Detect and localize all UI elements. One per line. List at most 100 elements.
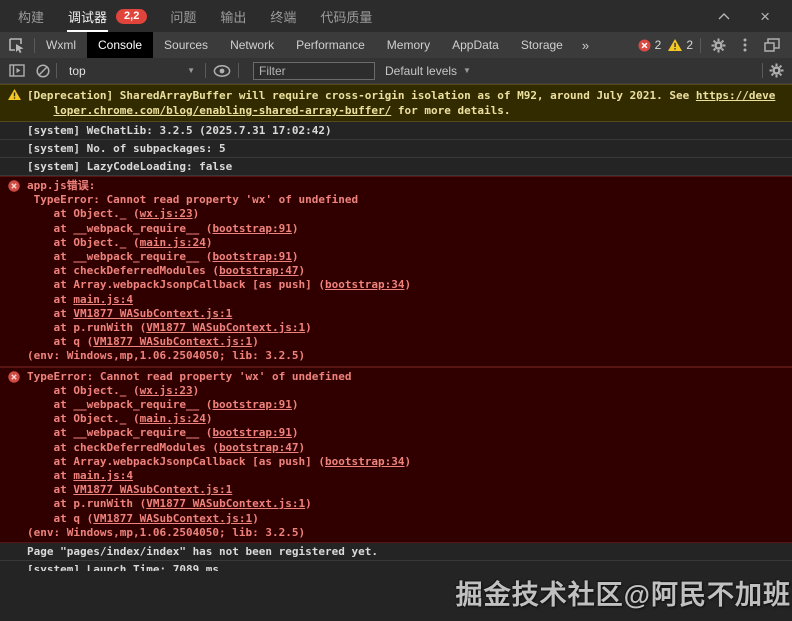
source-link[interactable]: bootstrap:47 xyxy=(219,264,298,277)
source-link[interactable]: VM1877 WASubContext.js:1 xyxy=(73,483,232,496)
warning-count-badge[interactable]: 2 xyxy=(668,38,693,52)
window-tab-2[interactable]: 调试器2,2 xyxy=(56,0,158,32)
close-icon[interactable]: × xyxy=(760,8,770,25)
console-message-error: TypeError: Cannot read property 'wx' of … xyxy=(0,367,792,543)
console-message-log: Page "pages/index/index" has not been re… xyxy=(0,543,792,561)
tab-wxml[interactable]: Wxml xyxy=(35,32,87,58)
source-link[interactable]: bootstrap:47 xyxy=(219,441,298,454)
inspect-element-icon[interactable] xyxy=(0,32,34,58)
settings-gear-icon[interactable] xyxy=(708,35,728,55)
source-link[interactable]: VM1877 WASubContext.js:1 xyxy=(146,497,305,510)
tab-appdata[interactable]: AppData xyxy=(441,32,510,58)
console-text: at p.runWith ( xyxy=(27,321,146,334)
window-tab-5[interactable]: 终端 xyxy=(258,0,308,32)
console-line: at __webpack_require__ (bootstrap:91) xyxy=(27,426,782,440)
source-link[interactable]: bootstrap:91 xyxy=(212,426,291,439)
source-link[interactable]: VM1877 WASubContext.js:1 xyxy=(146,321,305,334)
source-link[interactable]: VM1877 WASubContext.js:1 xyxy=(93,335,252,348)
console-line: at Array.webpackJsonpCallback [as push] … xyxy=(27,455,782,469)
source-link[interactable]: main.js:24 xyxy=(140,236,206,249)
console-messages: [Deprecation] SharedArrayBuffer will req… xyxy=(0,84,792,571)
console-text: ) xyxy=(292,250,299,263)
console-text: ) xyxy=(292,222,299,235)
divider xyxy=(205,63,206,78)
kebab-menu-icon[interactable] xyxy=(735,35,755,55)
dock-side-icon[interactable] xyxy=(762,35,782,55)
console-text: Page "pages/index/index" has not been re… xyxy=(27,545,378,558)
context-selector[interactable]: top ▼ xyxy=(57,64,205,78)
source-link[interactable]: wx.js:23 xyxy=(140,384,193,397)
source-link[interactable]: main.js:24 xyxy=(140,412,206,425)
console-sidebar-toggle-icon[interactable] xyxy=(7,61,27,81)
source-link[interactable]: main.js:4 xyxy=(73,293,133,306)
source-link[interactable]: VM1877 WASubContext.js:1 xyxy=(93,512,252,525)
live-expression-eye-icon[interactable] xyxy=(212,61,232,81)
console-text: ) xyxy=(206,236,213,249)
source-link[interactable]: bootstrap:91 xyxy=(212,250,291,263)
console-line: at Object._ (main.js:24) xyxy=(27,412,782,426)
problem-count-badge: 2,2 xyxy=(116,9,147,24)
console-line: (env: Windows,mp,1.06.2504050; lib: 3.2.… xyxy=(27,349,782,363)
console-line: app.js错误: xyxy=(27,179,782,193)
console-line: at Object._ (main.js:24) xyxy=(27,236,782,250)
tab-network[interactable]: Network xyxy=(219,32,285,58)
divider xyxy=(762,63,763,78)
console-text: (env: Windows,mp,1.06.2504050; lib: 3.2.… xyxy=(27,349,305,362)
divider xyxy=(700,38,701,53)
clear-console-icon[interactable] xyxy=(33,61,53,81)
console-text: at Object._ ( xyxy=(27,384,140,397)
tab-performance[interactable]: Performance xyxy=(285,32,376,58)
error-count-badge[interactable]: 2 xyxy=(638,38,662,52)
more-tabs-icon[interactable]: » xyxy=(574,32,597,58)
console-message-system: [system] No. of subpackages: 5 xyxy=(0,140,792,158)
window-tab-label: 问题 xyxy=(169,1,197,32)
log-levels-selector[interactable]: Default levels ▼ xyxy=(375,64,481,78)
source-link[interactable]: wx.js:23 xyxy=(140,207,193,220)
warning-icon xyxy=(8,89,21,104)
console-message-error: app.js错误: TypeError: Cannot read propert… xyxy=(0,176,792,367)
console-text: at xyxy=(27,293,73,306)
console-text: [Deprecation] SharedArrayBuffer will req… xyxy=(27,89,696,102)
error-icon xyxy=(8,371,20,387)
console-text: at Array.webpackJsonpCallback [as push] … xyxy=(27,278,325,291)
source-link[interactable]: bootstrap:91 xyxy=(212,398,291,411)
console-text: ) xyxy=(305,321,312,334)
console-line: (env: Windows,mp,1.06.2504050; lib: 3.2.… xyxy=(27,526,782,540)
window-tab-1[interactable]: 构建 xyxy=(6,0,56,32)
source-link[interactable]: loper.chrome.com/blog/enabling-shared-ar… xyxy=(54,104,392,117)
source-link[interactable]: bootstrap:34 xyxy=(325,455,404,468)
console-line: at p.runWith (VM1877 WASubContext.js:1) xyxy=(27,321,782,335)
console-line: loper.chrome.com/blog/enabling-shared-ar… xyxy=(27,103,782,118)
tab-console[interactable]: Console xyxy=(87,32,153,58)
console-text: ) xyxy=(299,264,306,277)
tab-memory[interactable]: Memory xyxy=(376,32,441,58)
tab-storage[interactable]: Storage xyxy=(510,32,574,58)
collapse-icon[interactable] xyxy=(714,6,734,26)
source-link[interactable]: main.js:4 xyxy=(73,469,133,482)
source-link[interactable]: https://deve xyxy=(696,89,775,102)
devtools-tab-bar: WxmlConsoleSourcesNetworkPerformanceMemo… xyxy=(0,32,792,58)
console-text: TypeError: Cannot read property 'wx' of … xyxy=(27,193,358,206)
source-link[interactable]: bootstrap:34 xyxy=(325,278,404,291)
console-line: [Deprecation] SharedArrayBuffer will req… xyxy=(27,88,782,103)
warning-count: 2 xyxy=(686,38,693,52)
console-line: at p.runWith (VM1877 WASubContext.js:1) xyxy=(27,497,782,511)
console-text: at q ( xyxy=(27,512,93,525)
source-link[interactable]: VM1877 WASubContext.js:1 xyxy=(73,307,232,320)
console-line: Page "pages/index/index" has not been re… xyxy=(27,545,782,559)
filter-input[interactable] xyxy=(253,62,375,80)
console-text: ) xyxy=(193,384,200,397)
tab-sources[interactable]: Sources xyxy=(153,32,219,58)
source-link[interactable]: bootstrap:91 xyxy=(212,222,291,235)
window-tab-3[interactable]: 问题 xyxy=(158,0,208,32)
console-line: at Object._ (wx.js:23) xyxy=(27,207,782,221)
console-message-system: [system] LazyCodeLoading: false xyxy=(0,158,792,176)
console-settings-gear-icon[interactable] xyxy=(766,61,786,81)
window-tab-6[interactable]: 代码质量 xyxy=(308,0,384,32)
console-text: ) xyxy=(405,455,412,468)
window-tab-4[interactable]: 输出 xyxy=(208,0,258,32)
console-line: at __webpack_require__ (bootstrap:91) xyxy=(27,222,782,236)
chevron-down-icon: ▼ xyxy=(463,66,471,75)
console-text: [system] No. of subpackages: 5 xyxy=(27,142,226,155)
console-message-system: [system] Launch Time: 7089 ms xyxy=(0,561,792,571)
